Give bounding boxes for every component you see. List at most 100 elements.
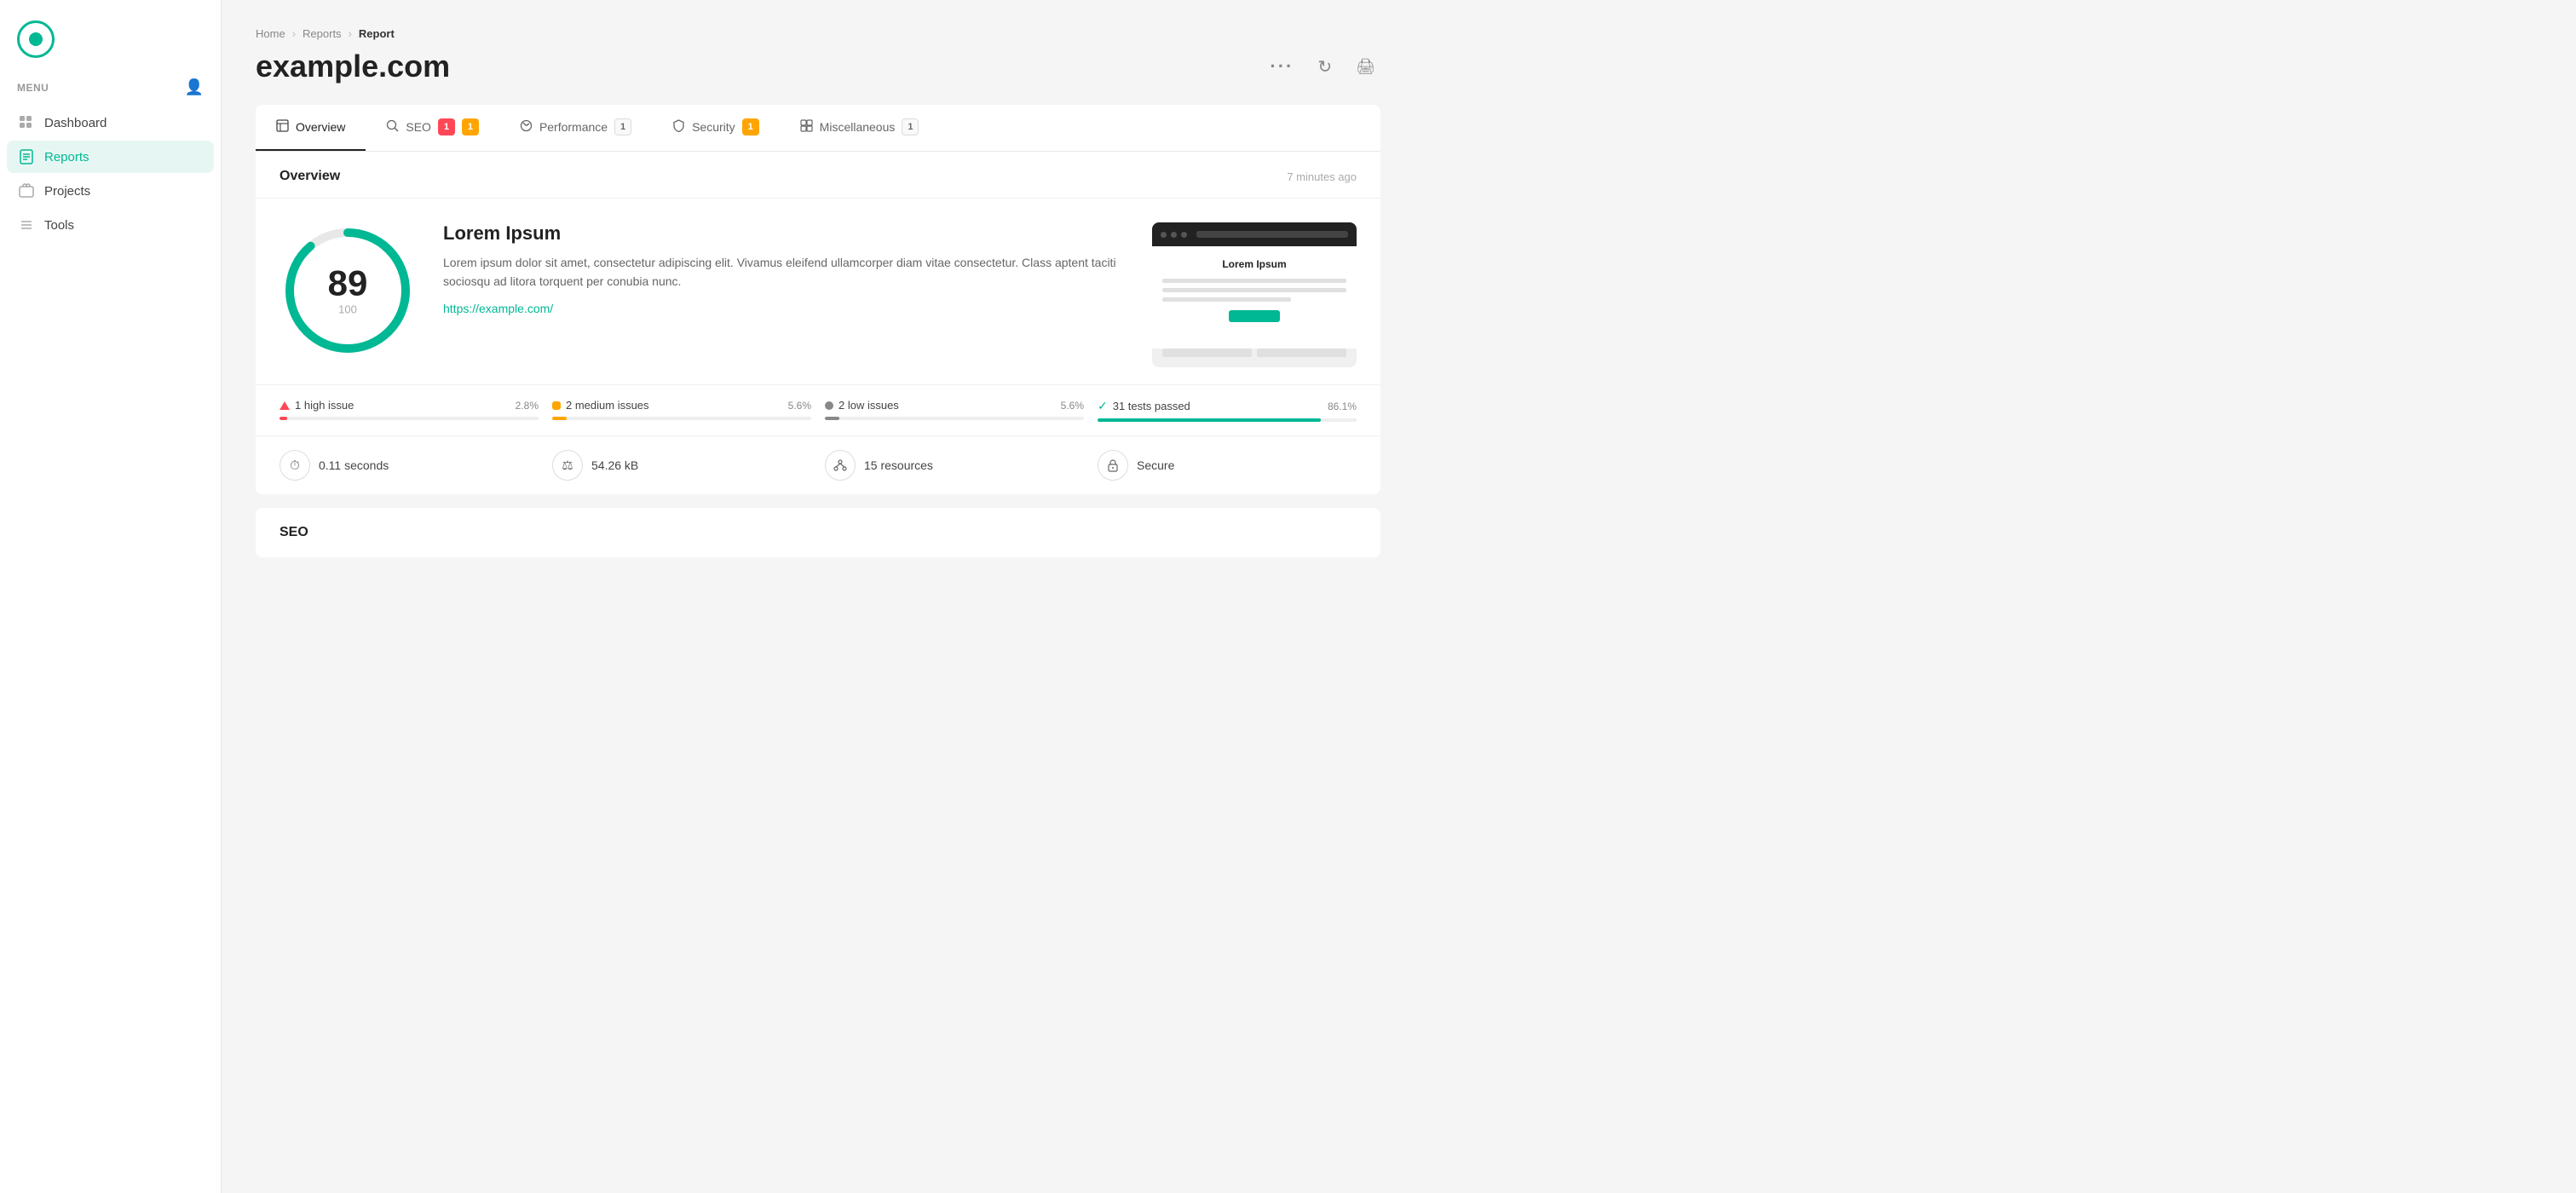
breadcrumb-sep1: › [292,27,296,40]
tools-icon [19,217,34,233]
seo-badge-red: 1 [438,118,455,135]
score-circle: 89 100 [279,222,416,359]
score-center: 89 100 [328,266,368,316]
low-issue-bar-track [825,417,1084,420]
overview-section-header: Overview 7 minutes ago [256,152,1380,199]
breadcrumb-home[interactable]: Home [256,27,285,40]
report-name: Lorem Ipsum [443,222,1125,245]
security-badge: 1 [742,118,759,135]
thumb-body: Lorem Ipsum [1152,246,1357,349]
thumb-footer-block-2 [1257,349,1346,357]
seo-section: SEO [256,508,1380,557]
sidebar-item-dashboard[interactable]: Dashboard [7,107,214,139]
stat-resources: 15 resources [825,450,1084,481]
tab-seo[interactable]: SEO 1 1 [366,105,499,151]
seo-icon [386,119,399,135]
issue-high: 1 high issue 2.8% [279,399,539,422]
sidebar-item-label-dashboard: Dashboard [44,116,107,130]
score-value: 89 [328,266,368,302]
medium-issue-bar-track [552,417,811,420]
issue-low: 2 low issues 5.6% [825,399,1084,422]
high-issue-text: 1 high issue [295,399,354,412]
thumb-url-bar [1196,231,1348,238]
issue-passed-label: ✓ 31 tests passed 86.1% [1098,399,1357,413]
refresh-button[interactable]: ↻ [1312,51,1337,83]
stat-time: ⏱ 0.11 seconds [279,450,539,481]
passed-bar-fill [1098,418,1321,422]
secure-icon [1098,450,1128,481]
tab-overview-label: Overview [296,120,345,134]
overview-icon [276,119,289,135]
tab-miscellaneous[interactable]: Miscellaneous 1 [780,105,940,151]
resources-icon [825,450,856,481]
tab-miscellaneous-label: Miscellaneous [820,120,896,134]
thumb-footer [1152,349,1357,367]
breadcrumb-reports[interactable]: Reports [303,27,342,40]
thumb-footer-block-1 [1162,349,1252,357]
medium-issue-text: 2 medium issues [566,399,649,412]
passed-pct: 86.1% [1328,401,1357,412]
low-issue-text: 2 low issues [838,399,899,412]
passed-bar-track [1098,418,1357,422]
time-icon: ⏱ [279,450,310,481]
overview-card: Overview 7 minutes ago 89 [256,152,1380,494]
low-issue-icon [825,401,833,410]
miscellaneous-icon [800,119,813,135]
high-issue-bar-fill [279,417,287,420]
more-icon: ··· [1270,55,1294,78]
page-title: example.com [256,49,450,84]
sidebar-item-tools[interactable]: Tools [7,209,214,241]
security-icon [672,119,685,135]
passed-icon: ✓ [1098,399,1108,413]
report-description: Lorem ipsum dolor sit amet, consectetur … [443,253,1125,291]
sidebar-item-reports[interactable]: Reports [7,141,214,173]
print-button[interactable]: 🖨 [1351,53,1380,81]
overview-body: 89 100 Lorem Ipsum Lorem ipsum dolor sit… [256,199,1380,384]
medium-issue-bar-fill [552,417,567,420]
report-card: Overview SEO 1 1 [256,105,1380,494]
thumb-line-3 [1162,297,1291,302]
projects-icon [19,183,34,199]
stats-row: ⏱ 0.11 seconds ⚖ 54.26 kB [256,435,1380,494]
breadcrumb-current: Report [359,27,395,40]
stat-secure: Secure [1098,450,1357,481]
stat-resources-label: 15 resources [864,458,933,472]
more-options-button[interactable]: ··· [1265,50,1299,83]
thumb-line-1 [1162,279,1346,283]
user-icon[interactable]: 👤 [185,78,204,96]
passed-text: 31 tests passed [1113,400,1190,412]
report-url[interactable]: https://example.com/ [443,302,553,315]
sidebar-nav: Dashboard Reports Projects [0,107,221,241]
thumb-line-2 [1162,288,1346,292]
thumb-header [1152,222,1357,246]
issue-passed: ✓ 31 tests passed 86.1% [1098,399,1357,422]
reports-icon [19,149,34,164]
thumb-dot-3 [1181,232,1187,238]
overview-section-title: Overview [279,169,340,184]
stat-time-label: 0.11 seconds [319,458,389,472]
miscellaneous-badge: 1 [902,118,919,135]
seo-section-title: SEO [279,525,308,539]
preview-thumbnail: Lorem Ipsum [1152,222,1357,367]
tab-overview[interactable]: Overview [256,105,366,151]
issue-high-label: 1 high issue 2.8% [279,399,539,412]
breadcrumb-sep2: › [349,27,352,40]
tab-performance[interactable]: Performance 1 [499,105,652,151]
sidebar: MENU 👤 Dashboard [0,0,222,1193]
page-header: example.com ··· ↻ 🖨 [256,49,1380,84]
seo-badge-yellow: 1 [462,118,479,135]
sidebar-item-projects[interactable]: Projects [7,175,214,207]
issue-medium-label: 2 medium issues 5.6% [552,399,811,412]
performance-icon [520,119,533,135]
tab-security[interactable]: Security 1 [652,105,780,151]
low-issue-bar-fill [825,417,839,420]
stat-size-label: 54.26 kB [591,458,638,472]
stat-secure-label: Secure [1137,458,1174,472]
medium-issue-icon [552,401,561,410]
tab-performance-label: Performance [539,120,608,134]
thumb-dot-1 [1161,232,1167,238]
dashboard-icon [19,115,34,130]
sidebar-item-label-projects: Projects [44,184,90,199]
performance-badge: 1 [614,118,631,135]
issue-medium: 2 medium issues 5.6% [552,399,811,422]
